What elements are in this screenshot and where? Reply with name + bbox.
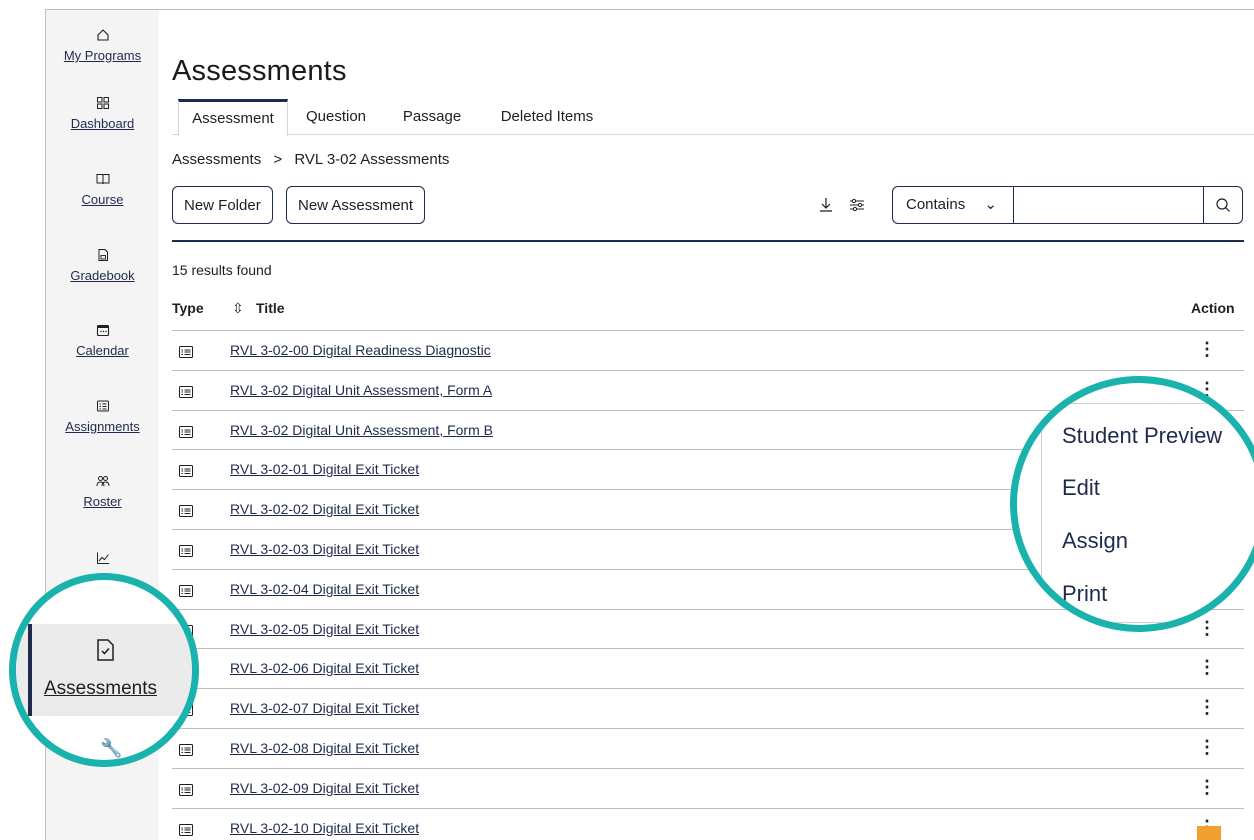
sidebar-item-label: Dashboard: [70, 116, 135, 131]
chevron-down-icon: ⌄: [984, 196, 997, 213]
assessment-type-icon: [179, 345, 193, 358]
results-count: 15 results found: [172, 262, 272, 278]
assessment-title-link[interactable]: RVL 3-02-02 Digital Exit Ticket: [230, 501, 419, 517]
assessment-type-icon: [179, 385, 193, 398]
assessment-title-link[interactable]: RVL 3-02-03 Digital Exit Ticket: [230, 541, 419, 557]
tab-question[interactable]: Question: [296, 99, 376, 135]
sidebar-item-gradebook[interactable]: Gradebook: [46, 248, 159, 285]
assessment-type-icon: [179, 504, 193, 518]
toolbar-divider: [172, 240, 1244, 242]
breadcrumb: Assessments > RVL 3-02 Assessments: [172, 151, 457, 168]
assessment-title-link[interactable]: RVL 3-02-01 Digital Exit Ticket: [230, 461, 419, 477]
page-title: Assessments: [172, 55, 347, 87]
breadcrumb-link-assessments[interactable]: Assessments: [172, 151, 261, 168]
assessment-title-link[interactable]: RVL 3-02-04 Digital Exit Ticket: [230, 581, 419, 597]
sidebar-item-label: Calendar: [76, 343, 129, 358]
kebab-menu-icon[interactable]: ⋮: [1198, 778, 1216, 796]
search-input[interactable]: [1013, 186, 1204, 224]
sidebar-item-label: Gradebook: [70, 268, 135, 283]
search-button[interactable]: [1203, 186, 1243, 224]
sidebar-item-my-programs[interactable]: My Programs: [46, 28, 159, 65]
sidebar-item-label: Assignments: [65, 419, 140, 434]
assessment-title-link[interactable]: RVL 3-02-06 Digital Exit Ticket: [230, 660, 419, 676]
roster-icon: [46, 474, 159, 490]
table-row: RVL 3-02-07 Digital Exit Ticket ⋮: [172, 689, 1244, 729]
sidebar-item-dashboard[interactable]: Dashboard: [46, 96, 159, 133]
sidebar-item-label: Roster: [83, 494, 122, 509]
sidebar-item-roster[interactable]: Roster: [46, 474, 159, 511]
menu-item-student-preview[interactable]: Student Preview: [1062, 423, 1222, 449]
filter-select[interactable]: Contains ⌄: [892, 186, 1014, 224]
kebab-menu-icon[interactable]: ⋮: [1198, 698, 1216, 716]
breadcrumb-separator: >: [273, 151, 283, 168]
filter-select-value: Contains: [906, 196, 966, 213]
assessment-type-icon: [179, 783, 193, 796]
column-header-action: Action: [1191, 300, 1235, 316]
assignments-icon: [46, 399, 159, 415]
kebab-menu-icon[interactable]: ⋮: [1198, 340, 1216, 358]
assessment-type-icon: [179, 464, 193, 478]
assessment-title-link[interactable]: RVL 3-02-10 Digital Exit Ticket: [230, 820, 419, 836]
tab-passage[interactable]: Passage: [394, 99, 470, 135]
home-icon: [46, 28, 159, 44]
assessment-type-icon: [179, 743, 193, 756]
chart-icon: [46, 551, 159, 567]
calendar-icon: [46, 323, 159, 339]
table-row: RVL 3-02-08 Digital Exit Ticket ⋮: [172, 729, 1244, 769]
assessment-title-link[interactable]: RVL 3-02-05 Digital Exit Ticket: [230, 621, 419, 637]
table-row: RVL 3-02-09 Digital Exit Ticket ⋮: [172, 769, 1244, 809]
column-header-title[interactable]: Title: [256, 300, 285, 316]
menu-item-edit[interactable]: Edit: [1062, 475, 1100, 501]
assessment-type-icon: [179, 823, 193, 836]
zoom-callout-sidebar: Assessments 🔧: [9, 573, 199, 767]
sort-icon[interactable]: ⇳: [232, 300, 244, 317]
dashboard-icon: [46, 96, 159, 112]
menu-item-assign[interactable]: Assign: [1062, 528, 1128, 554]
table-row: RVL 3-02-10 Digital Exit Ticket⋮: [172, 809, 1244, 840]
sidebar-item-calendar[interactable]: Calendar: [46, 323, 159, 360]
assessment-title-link[interactable]: RVL 3-02 Digital Unit Assessment, Form B: [230, 422, 493, 438]
sidebar-item-assignments[interactable]: Assignments: [46, 399, 159, 436]
wrench-icon[interactable]: 🔧: [100, 738, 122, 759]
assessment-type-icon: [179, 544, 193, 557]
menu-item-print[interactable]: Print: [1062, 581, 1107, 607]
new-folder-button[interactable]: New Folder: [172, 186, 273, 224]
sidebar-item-reports[interactable]: [46, 551, 159, 570]
assessment-title-link[interactable]: RVL 3-02-07 Digital Exit Ticket: [230, 700, 419, 716]
zoom-callout-action-menu: ⋮ Student Preview Edit Assign Print: [1010, 376, 1254, 632]
assessment-type-icon: [179, 584, 193, 597]
tab-assessment[interactable]: Assessment: [178, 99, 288, 136]
search-icon: [1215, 197, 1231, 216]
tab-bar: Assessment Question Passage Deleted Item…: [172, 99, 1254, 136]
book-icon: [46, 172, 159, 188]
table-row: RVL 3-02-06 Digital Exit Ticket ⋮: [172, 649, 1244, 690]
assessment-title-link[interactable]: RVL 3-02-00 Digital Readiness Diagnostic: [230, 342, 491, 358]
download-icon[interactable]: [817, 196, 835, 214]
sidebar-item-course[interactable]: Course: [46, 172, 159, 209]
tab-deleted-items[interactable]: Deleted Items: [488, 99, 606, 135]
kebab-menu-icon[interactable]: ⋮: [1198, 658, 1216, 676]
help-badge[interactable]: [1197, 826, 1221, 840]
assessment-title-link[interactable]: RVL 3-02-09 Digital Exit Ticket: [230, 780, 419, 796]
sidebar-item-assessments[interactable]: Assessments: [44, 678, 157, 700]
column-header-type: Type: [172, 300, 204, 316]
gradebook-icon: [46, 248, 159, 264]
assessment-type-icon: [179, 425, 193, 438]
assessment-title-link[interactable]: RVL 3-02 Digital Unit Assessment, Form A: [230, 382, 492, 398]
kebab-menu-icon[interactable]: ⋮: [1198, 738, 1216, 756]
breadcrumb-current: RVL 3-02 Assessments: [294, 151, 450, 168]
assessment-check-icon: [94, 638, 116, 662]
new-assessment-button[interactable]: New Assessment: [286, 186, 426, 224]
kebab-menu-icon[interactable]: ⋮: [1203, 385, 1219, 405]
sidebar-item-label: Course: [81, 192, 124, 207]
active-indicator: [28, 624, 32, 716]
sidebar-item-label: My Programs: [63, 48, 142, 63]
assessment-title-link[interactable]: RVL 3-02-08 Digital Exit Ticket: [230, 740, 419, 756]
table-row: RVL 3-02-00 Digital Readiness Diagnostic…: [172, 331, 1244, 371]
filter-settings-icon[interactable]: [848, 196, 866, 214]
